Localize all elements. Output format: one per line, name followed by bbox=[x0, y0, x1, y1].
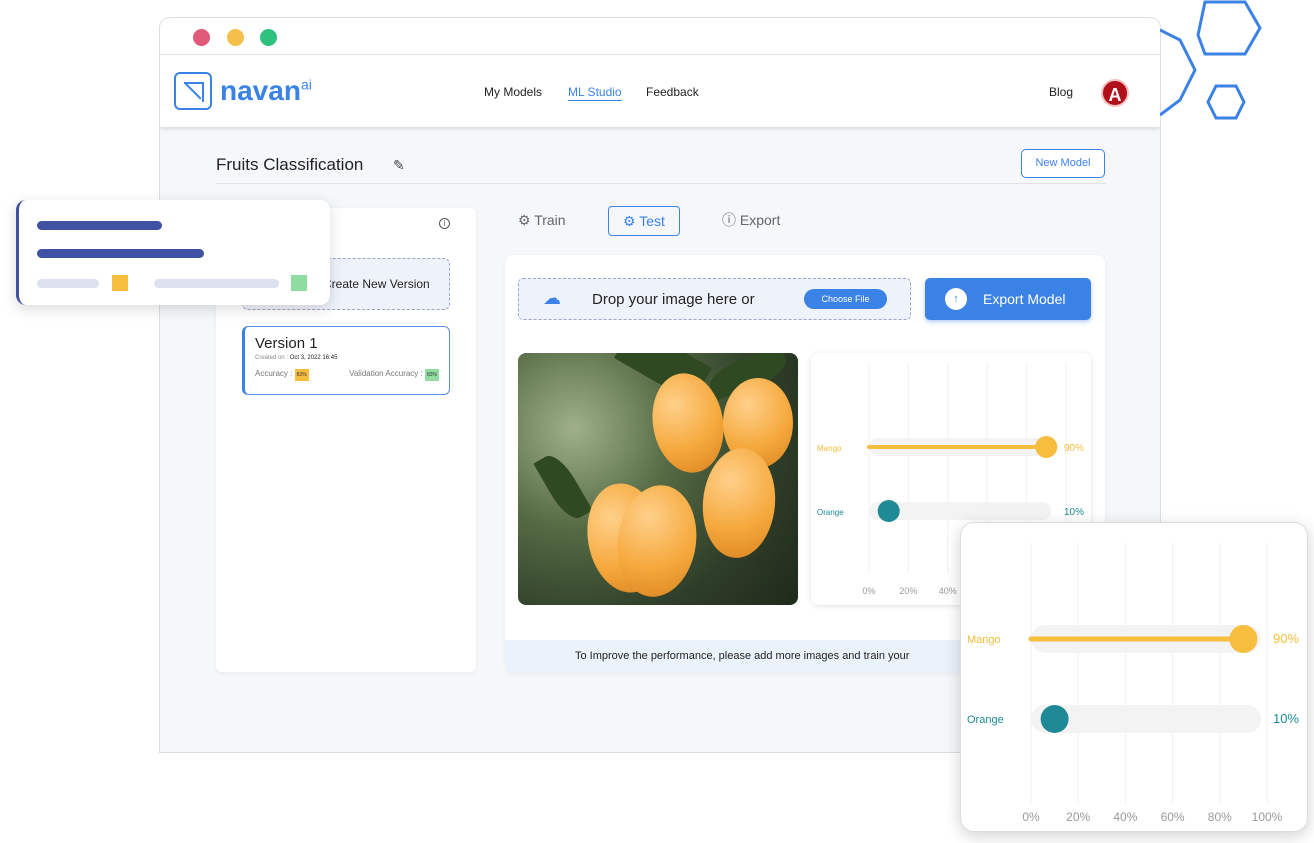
category-label: Orange bbox=[967, 714, 1004, 726]
accuracy-badge: 83% bbox=[294, 369, 309, 381]
divider bbox=[216, 183, 1106, 184]
brand[interactable]: navanai bbox=[220, 75, 312, 107]
hexagon-decoration-icon bbox=[1160, 0, 1262, 120]
x-tick-label: 40% bbox=[939, 586, 957, 596]
edit-icon[interactable]: ✎ bbox=[393, 157, 405, 174]
close-dot[interactable] bbox=[193, 29, 210, 46]
val-accuracy-label: Validation Accuracy : bbox=[349, 369, 423, 378]
info-icon[interactable]: i bbox=[439, 218, 450, 229]
x-tick-label: 60% bbox=[1161, 810, 1185, 824]
bar-knob bbox=[1229, 625, 1258, 653]
maximize-dot[interactable] bbox=[260, 29, 277, 46]
nav-ml-studio[interactable]: ML Studio bbox=[568, 85, 622, 99]
skeleton-bar bbox=[37, 279, 99, 288]
new-model-button[interactable]: New Model bbox=[1021, 149, 1105, 178]
category-label: Orange bbox=[817, 508, 844, 517]
x-tick-label: 0% bbox=[862, 586, 875, 596]
value-label: 10% bbox=[1064, 507, 1084, 518]
title-bar bbox=[160, 18, 1160, 55]
created-label: Created on : bbox=[255, 355, 289, 361]
upload-icon: ↑ bbox=[945, 288, 967, 310]
x-tick-label: 20% bbox=[1066, 810, 1090, 824]
gear-icon: ⚙ bbox=[623, 213, 636, 229]
logo-icon[interactable] bbox=[174, 72, 212, 110]
image-dropzone[interactable]: ☁ Drop your image here or Choose File bbox=[518, 278, 911, 320]
avatar[interactable]: A bbox=[1101, 79, 1129, 107]
gear-icon: ⚙ bbox=[518, 212, 531, 228]
version-name: Version 1 bbox=[255, 335, 318, 352]
nav-feedback[interactable]: Feedback bbox=[646, 85, 699, 99]
value-label: 90% bbox=[1273, 631, 1299, 646]
tab-export[interactable]: ⓘ Export bbox=[722, 206, 780, 236]
export-icon: ⓘ bbox=[722, 212, 736, 228]
value-label: 90% bbox=[1064, 443, 1084, 454]
top-nav: navanai My Models ML Studio Feedback Blo… bbox=[160, 55, 1160, 127]
tab-test[interactable]: ⚙ Test bbox=[608, 206, 680, 236]
bar-knob bbox=[1040, 705, 1069, 733]
x-tick-label: 40% bbox=[1113, 810, 1137, 824]
skeleton-bar bbox=[37, 221, 162, 230]
bar-knob bbox=[877, 500, 900, 522]
nav-my-models[interactable]: My Models bbox=[484, 85, 542, 99]
skeleton-bar bbox=[37, 249, 204, 258]
x-tick-label: 80% bbox=[1208, 810, 1232, 824]
skeleton-bar bbox=[154, 279, 279, 288]
page-title: Fruits Classification bbox=[216, 155, 364, 174]
x-tick-label: 20% bbox=[899, 586, 917, 596]
created-date: Oct 3, 2022 16:45 bbox=[289, 355, 338, 361]
x-tick-label: 100% bbox=[1252, 810, 1283, 824]
green-swatch bbox=[291, 275, 307, 291]
dropzone-text: Drop your image here or bbox=[592, 291, 755, 308]
version-card[interactable]: Version 1 Created on : Oct 3, 2022 16:45… bbox=[242, 326, 450, 395]
mango-image bbox=[518, 353, 798, 605]
bar-knob bbox=[1035, 436, 1058, 458]
category-label: Mango bbox=[817, 444, 842, 453]
choose-file-button[interactable]: Choose File bbox=[804, 289, 887, 309]
minimize-dot[interactable] bbox=[227, 29, 244, 46]
floating-prediction-chart: 0% 20% 40% 60% 80% 100% Mango 90% Orange 10% bbox=[960, 522, 1308, 832]
floating-summary-card bbox=[16, 200, 330, 305]
nav-blog[interactable]: Blog bbox=[1049, 85, 1073, 99]
category-label: Mango bbox=[967, 634, 1001, 646]
x-tick-label: 0% bbox=[1022, 810, 1040, 824]
cloud-upload-icon: ☁ bbox=[543, 288, 561, 308]
export-model-button[interactable]: ↑ Export Model bbox=[925, 278, 1091, 320]
val-accuracy-badge: 83% bbox=[424, 369, 439, 381]
tab-train[interactable]: ⚙ Train bbox=[518, 206, 566, 236]
prediction-chart-large: 0% 20% 40% 60% 80% 100% Mango 90% Orange 10% bbox=[967, 543, 1299, 824]
value-label: 10% bbox=[1273, 711, 1299, 726]
accuracy-label: Accuracy : bbox=[255, 369, 293, 378]
yellow-swatch bbox=[112, 275, 128, 291]
